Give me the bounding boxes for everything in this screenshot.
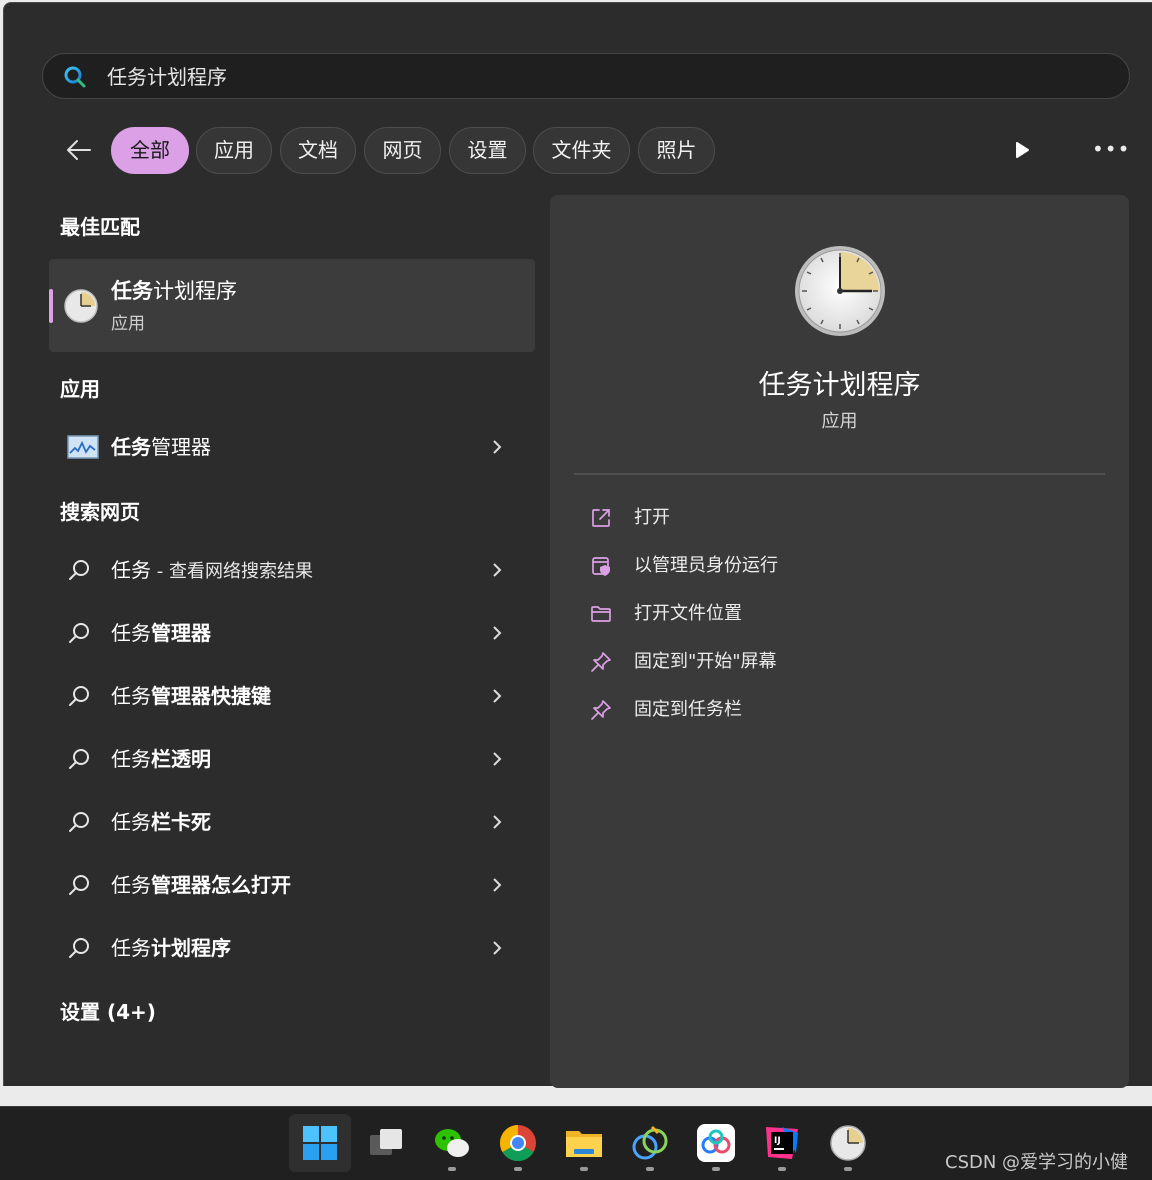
search-icon: [67, 810, 91, 838]
action-label: 打开文件位置: [634, 603, 742, 624]
chevron-right-icon: [491, 439, 503, 459]
back-arrow-icon[interactable]: [64, 135, 94, 165]
more-options-button[interactable]: •••: [1092, 137, 1130, 161]
start-button[interactable]: [289, 1114, 351, 1172]
web-result-label: 任务计划程序: [111, 936, 231, 960]
open-external-icon: [590, 507, 612, 533]
search-icon: [67, 873, 91, 901]
search-icon: [67, 558, 91, 586]
running-indicator: [712, 1167, 720, 1171]
search-icon: [67, 747, 91, 775]
best-match-name: 任务计划程序: [111, 279, 237, 303]
web-result-item[interactable]: 任务管理器: [49, 605, 535, 661]
chevron-right-icon: [491, 625, 503, 645]
app-item-label: 任务管理器: [111, 435, 211, 459]
search-input[interactable]: 任务计划程序: [107, 54, 227, 100]
task-scheduler-icon: [792, 243, 888, 343]
search-icon: [67, 936, 91, 964]
intellij-idea-icon[interactable]: IJ: [762, 1123, 802, 1171]
web-result-label: 任务管理器快捷键: [111, 684, 271, 708]
pin-icon: [590, 651, 612, 677]
file-explorer-icon[interactable]: [564, 1123, 604, 1171]
detail-subtitle: 应用: [821, 411, 858, 432]
web-result-label: 任务管理器: [111, 621, 211, 645]
tab-folders[interactable]: 文件夹: [533, 127, 630, 174]
settings-heading[interactable]: 设置 (4+): [60, 996, 156, 1025]
svg-text:IJ: IJ: [774, 1136, 781, 1146]
running-indicator: [448, 1167, 456, 1171]
web-result-item[interactable]: 任务管理器怎么打开: [49, 857, 535, 913]
selection-indicator: [49, 289, 53, 323]
chevron-right-icon: [491, 751, 503, 771]
detail-pane: 任务计划程序 应用 打开 以管理员身份运行 打开文件位置 固定到"开始"屏幕 固…: [550, 195, 1129, 1088]
running-indicator: [778, 1167, 786, 1171]
search-icon: [63, 65, 87, 93]
baidu-netdisk-icon[interactable]: [696, 1123, 736, 1171]
navicat-icon[interactable]: [630, 1123, 670, 1171]
task-manager-icon: [67, 435, 99, 463]
tab-photos[interactable]: 照片: [638, 127, 715, 174]
action-label: 以管理员身份运行: [634, 555, 778, 576]
web-result-item[interactable]: 任务计划程序: [49, 920, 535, 976]
running-indicator: [580, 1167, 588, 1171]
web-result-label: 任务栏卡死: [111, 810, 211, 834]
pin-icon: [590, 699, 612, 725]
search-icon: [67, 621, 91, 649]
web-result-item[interactable]: 任务 - 查看网络搜索结果: [49, 542, 535, 598]
tab-all[interactable]: 全部: [111, 127, 189, 174]
web-result-item[interactable]: 任务栏透明: [49, 731, 535, 787]
divider: [574, 473, 1105, 475]
tab-settings[interactable]: 设置: [449, 127, 526, 174]
chevron-right-icon: [491, 562, 503, 582]
search-panel: 任务计划程序 全部 应用 文档 网页 设置 文件夹 照片 ••• 最佳匹配 任务…: [3, 2, 1152, 1088]
task-view-icon[interactable]: [366, 1123, 406, 1163]
running-indicator: [844, 1167, 852, 1171]
action-label: 固定到"开始"屏幕: [634, 651, 777, 672]
chevron-right-icon: [491, 814, 503, 834]
web-result-label: 任务 - 查看网络搜索结果: [111, 558, 313, 582]
app-item-task-manager[interactable]: 任务管理器: [49, 419, 535, 475]
play-icon[interactable]: [1014, 141, 1030, 163]
web-result-label: 任务栏透明: [111, 747, 211, 771]
wechat-icon[interactable]: [432, 1123, 472, 1171]
running-indicator: [646, 1167, 654, 1171]
best-match-heading: 最佳匹配: [60, 215, 140, 239]
running-indicator: [514, 1167, 522, 1171]
action-label: 固定到任务栏: [634, 699, 742, 720]
web-result-item[interactable]: 任务栏卡死: [49, 794, 535, 850]
chevron-right-icon: [491, 877, 503, 897]
web-result-label: 任务管理器怎么打开: [111, 873, 291, 897]
chevron-right-icon: [491, 940, 503, 960]
best-match-type: 应用: [111, 314, 145, 334]
folder-icon: [590, 603, 612, 629]
tab-apps[interactable]: 应用: [196, 127, 272, 174]
task-scheduler-icon: [63, 288, 99, 328]
best-match-item[interactable]: 任务计划程序 应用: [49, 259, 535, 352]
apps-heading: 应用: [60, 377, 100, 401]
run-as-admin-icon: [590, 555, 612, 581]
detail-title: 任务计划程序: [758, 370, 921, 401]
action-label: 打开: [634, 507, 670, 528]
search-box[interactable]: 任务计划程序: [42, 53, 1130, 99]
task-scheduler-taskbar-icon[interactable]: [828, 1123, 868, 1171]
tab-web[interactable]: 网页: [364, 127, 441, 174]
web-result-item[interactable]: 任务管理器快捷键: [49, 668, 535, 724]
search-icon: [67, 684, 91, 712]
tab-documents[interactable]: 文档: [280, 127, 356, 174]
chevron-right-icon: [491, 688, 503, 708]
watermark: CSDN @爱学习的小健: [945, 1152, 1129, 1173]
chrome-icon[interactable]: [498, 1123, 538, 1171]
web-search-heading: 搜索网页: [60, 500, 140, 524]
